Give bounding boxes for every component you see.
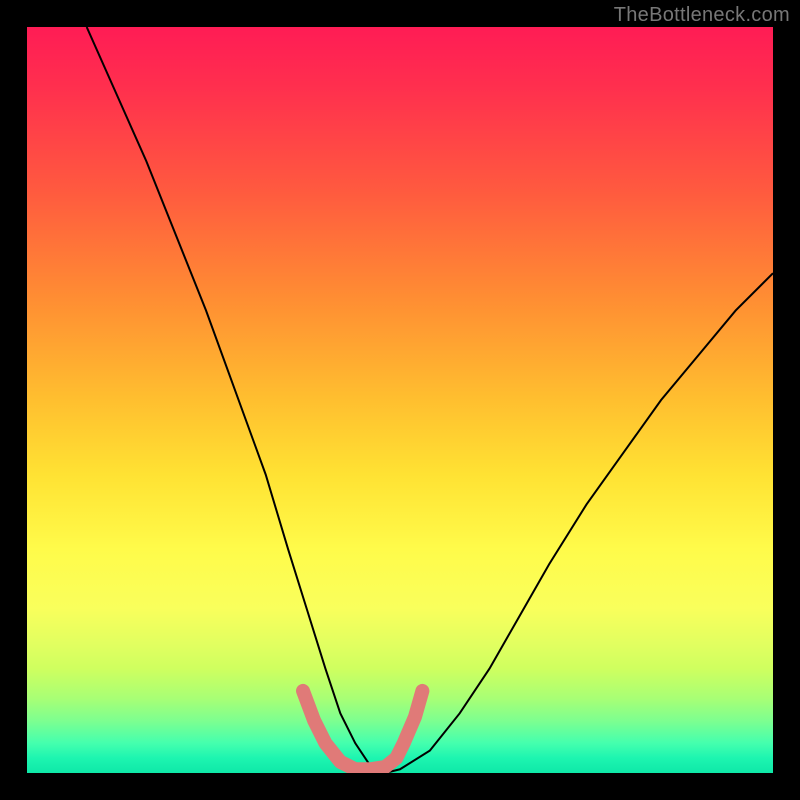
curve-layer — [27, 27, 773, 773]
highlight-marker — [303, 691, 422, 769]
watermark-text: TheBottleneck.com — [614, 4, 790, 27]
plot-area — [27, 27, 773, 773]
bottleneck-curve — [87, 27, 773, 773]
chart-frame: TheBottleneck.com — [0, 0, 800, 800]
